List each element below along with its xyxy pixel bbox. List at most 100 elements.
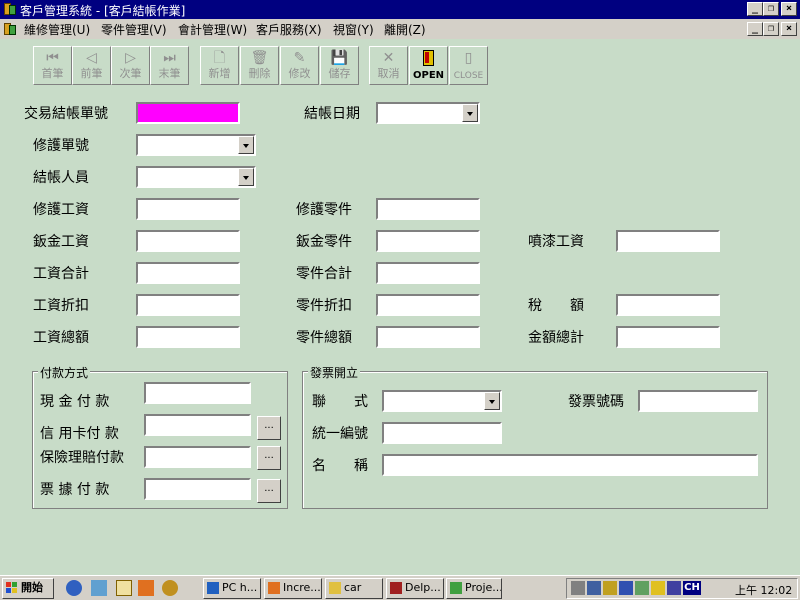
last-record-button[interactable]: ⏭ 末筆 [150, 46, 189, 85]
minimize-button[interactable]: _ [747, 2, 763, 16]
chevron-down-icon[interactable] [484, 392, 500, 410]
network-icon[interactable] [587, 581, 601, 595]
parts-discount-field[interactable] [376, 294, 480, 316]
trash-icon: 🗑 [250, 50, 269, 66]
cash-field[interactable] [144, 382, 251, 404]
grand-total-field[interactable] [616, 326, 720, 348]
repair-wage-field[interactable] [136, 198, 240, 220]
invoice-no-field[interactable] [638, 390, 758, 412]
parts-sum-field[interactable] [376, 326, 480, 348]
menu-customer-service[interactable]: 客戶服務(X) [256, 21, 322, 38]
task-pc-home[interactable]: PC h... [203, 578, 261, 599]
cashier-combo[interactable] [136, 166, 256, 188]
windows-logo-icon [6, 582, 18, 594]
ime-icon[interactable] [651, 581, 665, 595]
wage-discount-field[interactable] [136, 294, 240, 316]
notepad-icon[interactable] [116, 580, 132, 596]
mdi-child-icon[interactable] [3, 22, 17, 36]
cancel-button[interactable]: ✕ 取消 [369, 46, 408, 85]
menu-bar: 維修管理(U) 零件管理(V) 會計管理(W) 客戶服務(X) 視窗(Y) 離開… [0, 19, 800, 39]
clock[interactable]: 上午 12:02 [735, 582, 792, 598]
speaker-icon[interactable] [571, 581, 585, 595]
invoice-group-title: 發票開立 [308, 364, 361, 381]
cheque-field[interactable] [144, 478, 251, 500]
edit-label: 修改 [288, 67, 311, 80]
restore-button[interactable]: ❐ [763, 2, 779, 16]
sheet-wage-field[interactable] [136, 230, 240, 252]
open-button[interactable]: OPEN [409, 46, 448, 85]
chevron-down-icon[interactable] [238, 136, 254, 154]
close-form-button[interactable]: ▯ CLOSE [449, 46, 488, 85]
mail-icon[interactable] [138, 580, 154, 596]
start-button[interactable]: 開始 [2, 578, 54, 599]
credit-label: 信 用卡付 款 [40, 426, 119, 442]
task-label: Incre... [283, 581, 321, 594]
next-record-button[interactable]: ▷ 次筆 [111, 46, 150, 85]
repair-no-combo[interactable] [136, 134, 256, 156]
date-combo[interactable] [376, 102, 480, 124]
prev-record-button[interactable]: ◁ 前筆 [72, 46, 111, 85]
save-button[interactable]: 💾 儲存 [320, 46, 359, 85]
parts-total-field[interactable] [376, 262, 480, 284]
insurance-label: 保險理賠付款 [40, 450, 124, 466]
delphi-icon [390, 582, 402, 594]
invoice-no-label: 發票號碼 [568, 394, 624, 410]
app-icon [450, 582, 462, 594]
credit-browse-button[interactable]: ... [257, 416, 281, 440]
insurance-field[interactable] [144, 446, 251, 468]
insurance-browse-button[interactable]: ... [257, 446, 281, 470]
task-project[interactable]: Proje... [446, 578, 502, 599]
task-incre[interactable]: Incre... [264, 578, 322, 599]
task-delphi[interactable]: Delp... [386, 578, 444, 599]
cheque-browse-button[interactable]: ... [257, 479, 281, 503]
wage-total-field[interactable] [136, 262, 240, 284]
ime-indicator[interactable]: CH [683, 581, 701, 595]
ie-icon[interactable] [66, 580, 82, 596]
prev-record-label: 前筆 [80, 67, 103, 80]
display-icon[interactable] [619, 581, 633, 595]
invoice-style-label: 聯 式 [312, 394, 368, 410]
paint-wage-field[interactable] [616, 230, 720, 252]
sheet-parts-label: 鈑金零件 [296, 234, 352, 250]
title-bar[interactable]: 客戶管理系統 - [客戶結帳作業] _ ❐ × [0, 0, 800, 19]
close-button[interactable]: × [781, 2, 797, 16]
chevron-down-icon[interactable] [462, 104, 478, 122]
tax-field[interactable] [616, 294, 720, 316]
wage-sum-field[interactable] [136, 326, 240, 348]
child-close-button[interactable]: × [781, 22, 797, 36]
menu-parts[interactable]: 零件管理(V) [101, 21, 167, 38]
invoice-style-combo[interactable] [382, 390, 502, 412]
first-record-button[interactable]: ⏮ 首筆 [33, 46, 72, 85]
keyboard-icon[interactable] [667, 581, 681, 595]
desktop-icon[interactable] [91, 580, 107, 596]
menu-exit[interactable]: 離開(Z) [384, 21, 426, 38]
new-button[interactable]: 🗋 新增 [200, 46, 239, 85]
edit-button[interactable]: ✎ 修改 [280, 46, 319, 85]
company-name-field[interactable] [382, 454, 758, 476]
sheet-parts-field[interactable] [376, 230, 480, 252]
tax-id-field[interactable] [382, 422, 502, 444]
app-icon[interactable] [3, 2, 17, 16]
task-label: car [344, 581, 362, 594]
start-label: 開始 [21, 581, 43, 594]
task-label: Proje... [465, 581, 502, 594]
child-restore-button[interactable]: ❐ [763, 22, 779, 36]
menu-window[interactable]: 視窗(Y) [333, 21, 374, 38]
paint-wage-label: 噴漆工資 [528, 234, 584, 250]
delete-button[interactable]: 🗑 刪除 [240, 46, 279, 85]
credit-field[interactable] [144, 414, 251, 436]
pen-icon[interactable] [603, 581, 617, 595]
menu-repair[interactable]: 維修管理(U) [24, 21, 90, 38]
task-car[interactable]: car [325, 578, 383, 599]
last-record-label: 末筆 [158, 67, 181, 80]
child-minimize-button[interactable]: _ [747, 22, 763, 36]
tax-id-label: 統一編號 [312, 426, 368, 442]
repair-parts-field[interactable] [376, 198, 480, 220]
edit-icon: ✎ [293, 50, 306, 66]
monitor-icon[interactable] [635, 581, 649, 595]
trans-no-field[interactable] [136, 102, 240, 124]
menu-accounting[interactable]: 會計管理(W) [178, 21, 247, 38]
chevron-down-icon[interactable] [238, 168, 254, 186]
media-icon[interactable] [162, 580, 178, 596]
system-tray: CH 上午 12:02 [566, 578, 798, 599]
